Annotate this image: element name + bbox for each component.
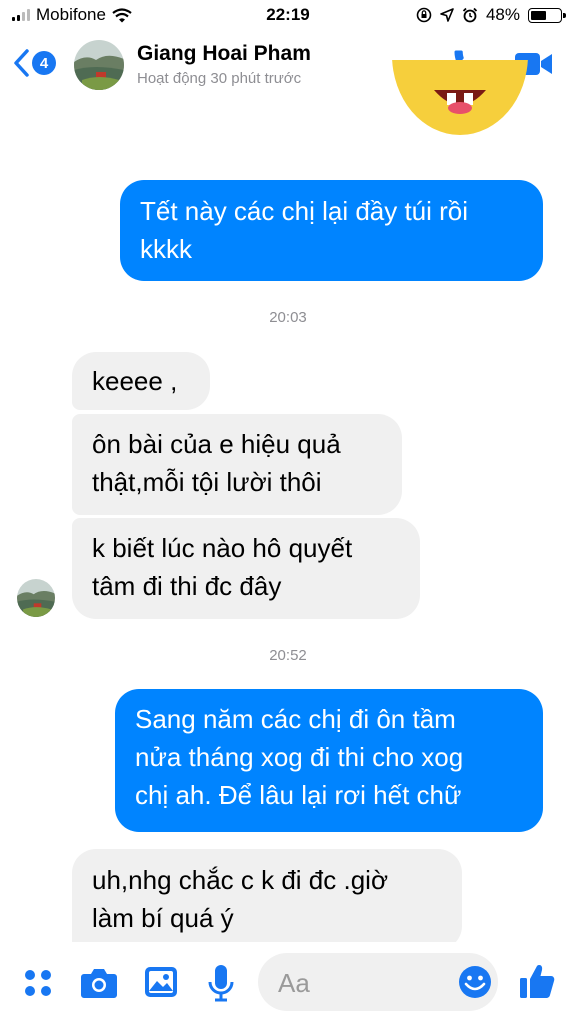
message-line: thật,mỗi tội lười thôi [92, 467, 322, 497]
message-line: Tết này các chị lại đầy túi rồi [140, 196, 469, 226]
alarm-icon [462, 7, 478, 23]
message-timestamp: 20:52 [269, 647, 307, 664]
rotation-lock-icon [416, 7, 432, 23]
camera-button[interactable] [80, 966, 118, 1005]
message-line: nửa tháng xog đi thi cho xog [135, 742, 464, 772]
camera-icon [81, 969, 117, 998]
status-bar: Mobifone 22:19 48% [0, 0, 576, 30]
unread-count-badge: 4 [32, 51, 56, 75]
like-button[interactable] [518, 962, 556, 1005]
message-line: uh,nhg chắc c k đi đc .giờ [92, 865, 388, 895]
thumbs-up-icon [520, 965, 555, 998]
message-bubble-incoming[interactable]: ôn bài của e hiệu quả thật,mỗi tội lười … [72, 414, 402, 515]
back-button[interactable]: 4 [12, 48, 56, 78]
microphone-icon [208, 965, 234, 1002]
voice-message-button[interactable] [208, 964, 234, 1007]
message-line: kkkk [140, 234, 192, 264]
location-arrow-icon [440, 8, 454, 22]
contact-name[interactable]: Giang Hoai Pham [137, 42, 311, 66]
message-bubble-incoming[interactable]: k biết lúc nào hô quyết tâm đi thi đc đâ… [72, 518, 420, 619]
message-line: Sang năm các chị đi ôn tầm [135, 704, 456, 734]
message-timestamp: 20:03 [269, 309, 307, 326]
battery-percent: 48% [485, 5, 520, 24]
message-bubble-outgoing[interactable]: Sang năm các chị đi ôn tầm nửa tháng xog… [115, 689, 543, 832]
contact-avatar-small[interactable] [17, 579, 55, 617]
emoji-icon [459, 966, 491, 998]
message-line: tâm đi thi đc đây [92, 571, 282, 601]
message-line: làm bí quá ý [92, 903, 234, 933]
emoji-sticker [390, 60, 530, 140]
more-apps-button[interactable] [22, 967, 54, 1004]
message-input[interactable]: Aa [258, 953, 498, 1011]
message-line: k biết lúc nào hô quyết [92, 533, 353, 563]
emoji-button[interactable] [458, 965, 492, 1004]
battery-icon [528, 7, 566, 23]
message-line: chị ah. Để lâu lại rơi hết chữ [135, 780, 462, 810]
message-line: keeee , [92, 366, 178, 396]
gallery-button[interactable] [144, 966, 178, 1003]
message-input-placeholder: Aa [278, 968, 310, 998]
back-chevron-icon [14, 49, 29, 77]
contact-avatar[interactable] [74, 40, 124, 90]
message-bubble-incoming[interactable]: keeee , [72, 352, 210, 410]
activity-status: Hoạt động 30 phút trước [137, 70, 302, 87]
message-line: ôn bài của e hiệu quả [92, 429, 341, 459]
message-bubble-outgoing[interactable]: Tết này các chị lại đầy túi rồi kkkk [120, 180, 543, 281]
apps-grid-icon [25, 970, 51, 996]
message-bubble-incoming[interactable]: uh,nhg chắc c k đi đc .giờ làm bí quá ý [72, 849, 462, 950]
gallery-icon [145, 967, 177, 997]
